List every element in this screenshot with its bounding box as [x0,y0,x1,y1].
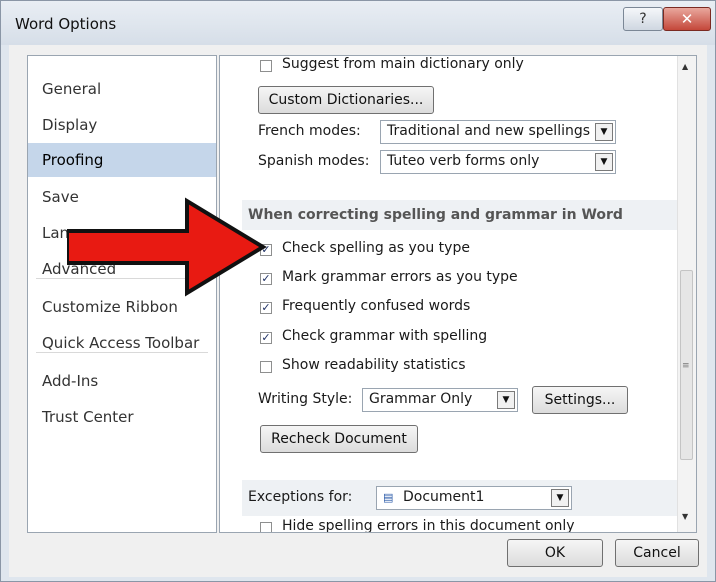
writing-style-label: Writing Style: [258,391,353,407]
close-button[interactable]: ✕ [663,7,711,31]
readability-stats-checkbox[interactable] [260,361,272,373]
settings-button[interactable]: Settings... [532,386,628,414]
vertical-scrollbar[interactable]: ▲ ≡ ▼ [677,56,696,532]
nav-item-display[interactable]: Display [28,108,216,142]
title-bar: Word Options ? ✕ [1,1,715,45]
cancel-button[interactable]: Cancel [615,539,699,567]
hide-errors-label: Hide spelling errors in this document on… [282,518,575,533]
chevron-down-icon[interactable]: ▼ [595,123,613,141]
writing-style-value: Grammar Only [369,391,473,407]
nav-separator [36,352,208,353]
arrow-shape [67,197,267,297]
chevron-down-icon[interactable]: ▼ [497,391,515,409]
exceptions-label: Exceptions for: [248,489,353,505]
spanish-modes-select[interactable]: Tuteo verb forms only ▼ [380,150,616,174]
hide-errors-checkbox[interactable] [260,522,272,532]
document-icon: ▤ [383,491,394,504]
grammar-with-spelling-label: Check grammar with spelling [282,328,488,344]
suggest-main-label: Suggest from main dictionary only [282,56,524,72]
nav-item-add-ins[interactable]: Add-Ins [28,364,216,398]
ok-button[interactable]: OK [507,539,603,567]
scroll-thumb[interactable]: ≡ [680,270,693,460]
grammar-with-spelling-checkbox[interactable]: ✓ [260,332,272,344]
custom-dictionaries-button[interactable]: Custom Dictionaries... [258,86,434,114]
chevron-down-icon[interactable]: ▼ [595,153,613,171]
check-spelling-label: Check spelling as you type [282,240,470,256]
exceptions-select[interactable]: ▤ Document1 ▼ [376,486,572,510]
confused-words-checkbox[interactable]: ✓ [260,302,272,314]
french-modes-select[interactable]: Traditional and new spellings ▼ [380,120,616,144]
help-button[interactable]: ? [623,7,663,31]
nav-item-general[interactable]: General [28,72,216,106]
recheck-document-button[interactable]: Recheck Document [260,425,418,453]
mark-grammar-label: Mark grammar errors as you type [282,269,518,285]
readability-stats-label: Show readability statistics [282,357,466,373]
chevron-down-icon[interactable]: ▼ [551,489,569,507]
french-modes-value: Traditional and new spellings [387,123,591,139]
section-header: When correcting spelling and grammar in … [242,200,694,230]
spanish-modes-label: Spanish modes: [258,153,370,169]
confused-words-label: Frequently confused words [282,298,471,314]
word-options-dialog: Word Options ? ✕ General Display Proofin… [0,0,716,582]
scroll-up-icon[interactable]: ▲ [682,62,688,71]
suggest-main-checkbox[interactable] [260,60,272,72]
dialog-client: General Display Proofing Save Language A… [9,45,707,577]
exceptions-document-value: Document1 [403,489,485,505]
french-modes-label: French modes: [258,123,361,139]
proofing-panel: Suggest from main dictionary only Custom… [219,55,697,533]
writing-style-select[interactable]: Grammar Only ▼ [362,388,518,412]
scroll-down-icon[interactable]: ▼ [682,512,688,521]
spanish-modes-value: Tuteo verb forms only [387,153,540,169]
nav-item-trust-center[interactable]: Trust Center [28,400,216,434]
red-arrow-annotation [67,197,267,297]
grip-icon: ≡ [682,361,690,371]
dialog-title: Word Options [15,15,117,33]
nav-item-quick-access-toolbar[interactable]: Quick Access Toolbar [28,326,216,360]
nav-item-proofing[interactable]: Proofing [28,143,216,177]
exceptions-section: Exceptions for: ▤ Document1 ▼ [242,480,694,516]
